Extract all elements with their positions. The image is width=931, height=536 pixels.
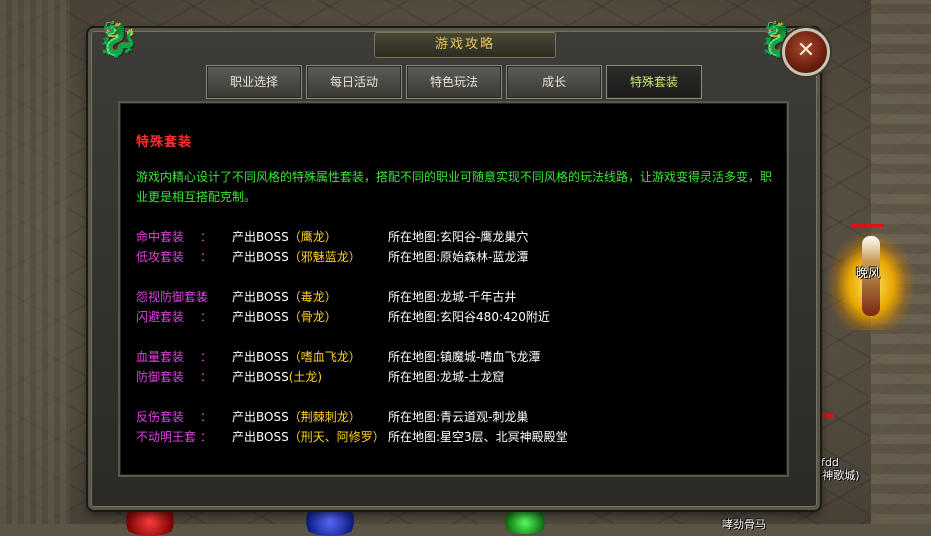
set-colon: ： <box>200 250 213 264</box>
boss-prefix: 产出BOSS <box>232 290 289 304</box>
boss-info: 产出BOSS(土龙) <box>232 367 322 387</box>
boss-name: （骨龙） <box>288 310 337 324</box>
boss-prefix: 产出BOSS <box>232 410 289 424</box>
boss-info: 产出BOSS（骨龙） <box>232 307 337 327</box>
set-colon: ： <box>200 430 213 444</box>
boss-info: 产出BOSS（嗜血飞龙） <box>232 347 361 367</box>
map-location: 所在地图:原始森林-蓝龙潭 <box>388 250 529 264</box>
map-location: 所在地图:玄阳谷480:420附近 <box>388 310 550 324</box>
set-colon: ： <box>200 410 213 424</box>
boss-prefix: 产出BOSS <box>232 430 289 444</box>
set-colon: ： <box>200 310 213 324</box>
set-colon: ： <box>200 230 213 244</box>
boss-info: 产出BOSS（荆棘刺龙） <box>232 407 361 427</box>
section-title: 特殊套装 <box>136 135 193 150</box>
set-name: 血量套装 <box>136 350 185 364</box>
dragon-ornament-left-icon: 🐉 <box>96 20 140 60</box>
map-location: 所在地图:星空3层、北冥神殿殿堂 <box>388 430 568 444</box>
green-orb <box>500 510 550 534</box>
boss-prefix: 产出BOSS <box>232 350 289 364</box>
close-x-icon: ✕ <box>796 38 816 63</box>
boss-name: （毒龙） <box>288 290 337 304</box>
boss-prefix: 产出BOSS <box>232 370 289 384</box>
boss-prefix: 产出BOSS <box>232 230 289 244</box>
map-location: 所在地图:玄阳谷-鹰龙巢穴 <box>388 230 529 244</box>
boss-info: 产出BOSS（邪魅蓝龙） <box>232 247 361 267</box>
tab-special-sets[interactable]: 特殊套装 <box>606 65 702 99</box>
tab-featured-gameplay[interactable]: 特色玩法 <box>406 65 502 99</box>
set-name: 低攻套装 <box>136 250 185 264</box>
stone-wall-left <box>0 0 70 524</box>
npc-name: 晚风 <box>856 266 881 280</box>
section-intro: 游戏内精心设计了不同风格的特殊属性套装，搭配不同的职业可随意实现不同风格的玩法线… <box>136 170 773 204</box>
player3-name: 哮劲骨马 <box>722 518 766 531</box>
tab-daily-activities[interactable]: 每日活动 <box>306 65 402 99</box>
map-location: 所在地图:龙城-土龙窟 <box>388 370 505 384</box>
mp-orb <box>300 506 360 536</box>
boss-info: 产出BOSS（鹰龙） <box>232 227 337 247</box>
close-button[interactable]: ✕ <box>782 28 830 76</box>
boss-name: （荆棘刺龙） <box>288 410 361 424</box>
set-name: 反伤套装 <box>136 410 185 424</box>
hp-orb <box>120 506 180 536</box>
set-name: 防御套装 <box>136 370 185 384</box>
map-location: 所在地图:龙城-千年古井 <box>388 290 517 304</box>
map-location: 所在地图:镇魔城-嗜血飞龙潭 <box>388 350 541 364</box>
boss-name: (土龙) <box>288 370 323 384</box>
map-location: 所在地图:青云道观-刺龙巢 <box>388 410 529 424</box>
set-name: 怨视防御套装 <box>136 290 209 304</box>
tab-job-selection[interactable]: 职业选择 <box>206 65 302 99</box>
npc-hp-bar <box>852 224 884 227</box>
boss-name: （邪魅蓝龙） <box>288 250 361 264</box>
set-colon: ： <box>200 350 213 364</box>
boss-name: （刑天、阿修罗） <box>288 430 385 444</box>
set-name: 不动明王套 <box>136 430 197 444</box>
boss-prefix: 产出BOSS <box>232 310 289 324</box>
player-hp-bar <box>818 414 834 417</box>
window-title: 游戏攻略 <box>374 32 556 58</box>
set-colon: ： <box>200 370 213 384</box>
player-guild: (神歌城) <box>818 469 860 482</box>
player-name-label[interactable]: ifdd (神歌城) <box>818 456 860 482</box>
boss-name: （嗜血飞龙） <box>288 350 361 364</box>
set-colon: ： <box>200 290 213 304</box>
tab-growth[interactable]: 成长 <box>506 65 602 99</box>
set-name: 闪避套装 <box>136 310 185 324</box>
set-name: 命中套装 <box>136 230 185 244</box>
boss-info: 产出BOSS（刑天、阿修罗） <box>232 427 385 447</box>
boss-name: （鹰龙） <box>288 230 337 244</box>
boss-info: 产出BOSS（毒龙） <box>232 287 337 307</box>
player-name: ifdd <box>818 456 839 469</box>
boss-prefix: 产出BOSS <box>232 250 289 264</box>
